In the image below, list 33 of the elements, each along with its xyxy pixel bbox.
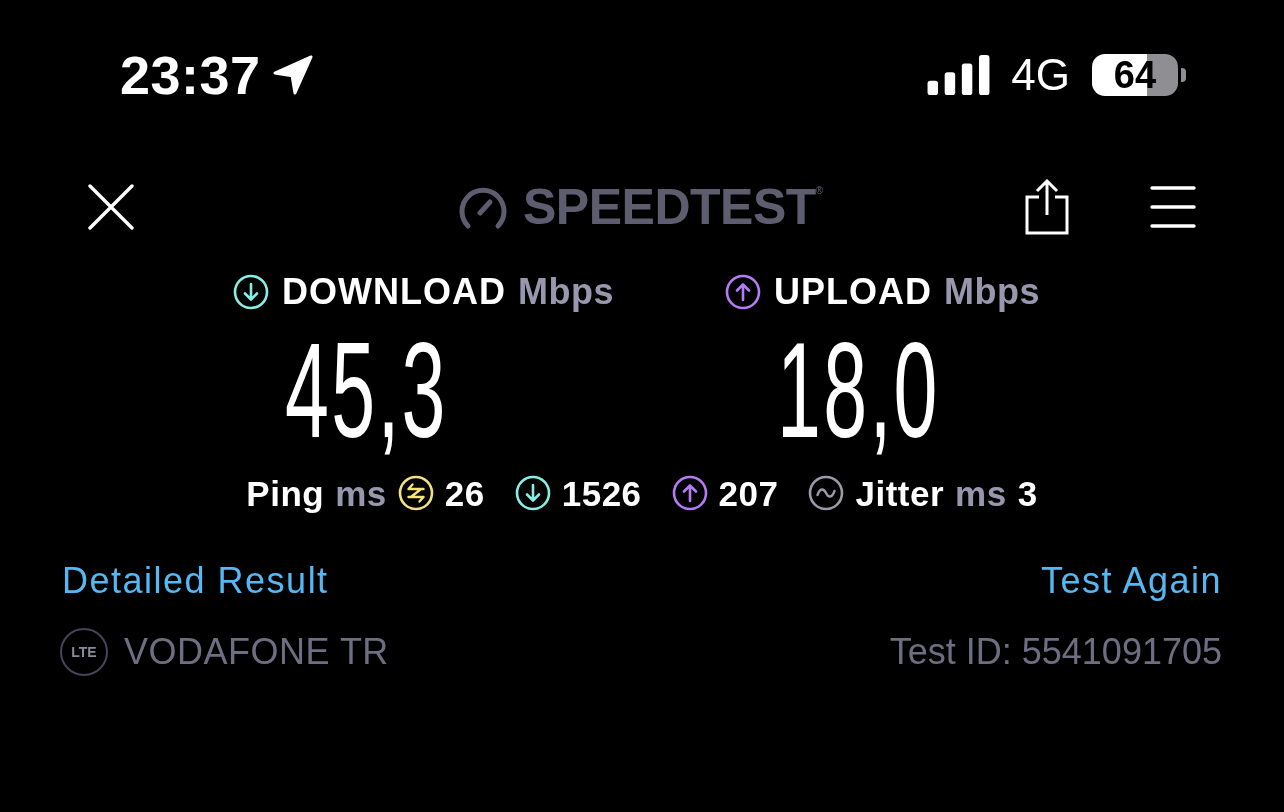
- network-type-text: 4G: [1011, 53, 1070, 97]
- jitter-unit: ms: [955, 475, 1007, 511]
- wave-icon: [808, 475, 845, 511]
- speed-value: 18,0: [777, 322, 940, 458]
- result-label: DOWNLOAD: [282, 274, 506, 310]
- menu-button[interactable]: [1150, 184, 1196, 230]
- ping-unit: ms: [335, 475, 387, 511]
- logo-text: SPEEDTEST$^{®}$: [523, 182, 823, 232]
- detailed-result-link[interactable]: Detailed Result: [62, 563, 329, 599]
- test-again-link[interactable]: Test Again: [1040, 563, 1222, 599]
- signal-bars-icon: [926, 55, 992, 95]
- network-type-badge: LTE: [60, 628, 108, 676]
- location-arrow-icon: [272, 55, 313, 95]
- ping-value: 26: [444, 475, 485, 511]
- download-latency-value: 1526: [561, 475, 642, 511]
- menu-icon: [1150, 184, 1196, 230]
- ping-arrows-icon: [397, 475, 434, 511]
- close-icon: [88, 184, 134, 230]
- clock-time: 23:37: [120, 48, 261, 102]
- close-button[interactable]: [88, 184, 134, 230]
- result-unit: Mbps: [944, 274, 1040, 310]
- provider-name: VODAFONE TR: [124, 634, 389, 670]
- result-unit: Mbps: [517, 274, 614, 310]
- speed-value: 45,3: [285, 322, 448, 458]
- test-id-text: Test ID: 5541091705: [889, 634, 1222, 670]
- jitter-label: Jitter: [855, 475, 945, 511]
- result-label: UPLOAD: [774, 274, 932, 310]
- jitter-value: 3: [1017, 475, 1038, 511]
- share-button[interactable]: [1025, 179, 1069, 235]
- ping-label: Ping: [246, 475, 325, 511]
- upload-latency-value: 207: [718, 475, 779, 511]
- share-icon: [1025, 179, 1069, 235]
- battery-percent: 64: [1092, 54, 1178, 96]
